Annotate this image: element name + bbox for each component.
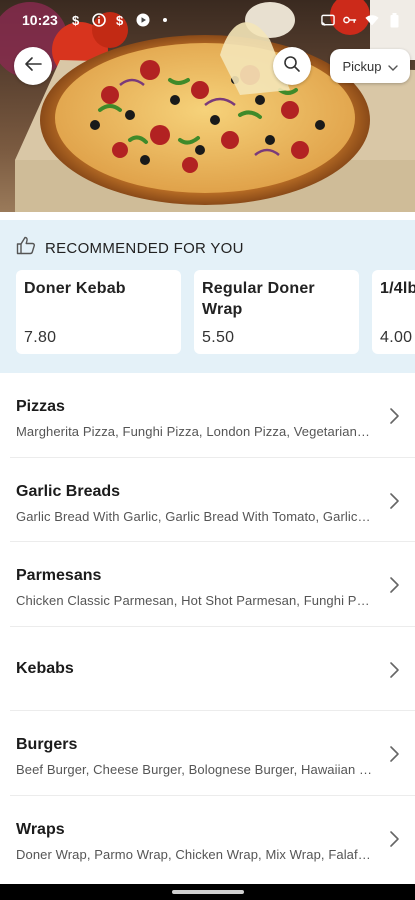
category-row-kebabs[interactable]: Kebabs (10, 627, 415, 711)
play-icon (136, 13, 150, 27)
hero-banner: 10:23 $ $ Pickup (0, 0, 415, 212)
category-name: Parmesans (16, 567, 102, 584)
dot-icon (158, 13, 172, 27)
chevron-right-icon (390, 408, 399, 424)
recommended-item-name: Regular Doner Wrap (202, 280, 315, 318)
dollar-icon: $ (114, 13, 128, 27)
category-name: Wraps (16, 820, 65, 838)
chevron-right-icon (390, 830, 399, 847)
recommended-item-card[interactable]: Regular Doner Wrap 5.50 (194, 270, 359, 354)
category-description: Garlic Bread With Garlic, Garlic Bread W… (16, 508, 372, 524)
category-row-garlic-breads[interactable]: Garlic Breads Garlic Bread With Garlic, … (10, 458, 415, 542)
chevron-right-icon (390, 492, 399, 509)
vpn-key-icon (343, 13, 357, 27)
status-notification-icons: $ $ (70, 13, 172, 27)
status-system-icons (321, 12, 401, 27)
recommended-title: RECOMMENDED FOR YOU (45, 239, 244, 257)
pickup-label: Pickup (342, 58, 382, 74)
category-description: Chicken Classic Parmesan, Hot Shot Parme… (16, 593, 372, 608)
svg-text:$: $ (116, 13, 124, 27)
system-navigation-bar (0, 884, 415, 900)
recommended-item-card[interactable]: Doner Kebab 7.80 (16, 270, 181, 354)
category-name: Kebabs (16, 659, 74, 677)
recommended-item-price: 4.00 (380, 329, 413, 346)
cast-icon (321, 13, 335, 27)
recommended-section: RECOMMENDED FOR YOU Doner Kebab 7.80 Reg… (0, 220, 415, 373)
category-name: Pizzas (16, 398, 65, 415)
category-description: Beef Burger, Cheese Burger, Bolognese Bu… (16, 762, 372, 777)
dollar-icon: $ (70, 13, 84, 27)
recommended-header: RECOMMENDED FOR YOU (16, 236, 244, 260)
chevron-down-icon (387, 59, 398, 74)
chevron-right-icon (390, 577, 399, 593)
category-description: Doner Wrap, Parmo Wrap, Chicken Wrap, Mi… (16, 846, 372, 862)
category-row-burgers[interactable]: Burgers Beef Burger, Cheese Burger, Bolo… (10, 711, 415, 796)
recommended-item-name: 1/4lb Burger (380, 280, 415, 297)
chevron-right-icon (390, 746, 399, 762)
info-icon (92, 13, 106, 27)
chevron-right-icon (390, 661, 399, 678)
svg-text:$: $ (72, 13, 80, 27)
pickup-delivery-selector[interactable]: Pickup (330, 49, 410, 83)
search-icon (283, 55, 301, 78)
battery-icon (387, 12, 401, 27)
back-button[interactable] (14, 47, 52, 85)
menu-category-list: Pizzas Margherita Pizza, Funghi Pizza, L… (0, 373, 415, 880)
category-row-parmesans[interactable]: Parmesans Chicken Classic Parmesan, Hot … (10, 542, 415, 627)
search-button[interactable] (273, 47, 311, 85)
category-name: Garlic Breads (16, 482, 121, 500)
category-row-pizzas[interactable]: Pizzas Margherita Pizza, Funghi Pizza, L… (10, 373, 415, 458)
thumbs-up-icon (16, 236, 36, 260)
recommended-item-card[interactable]: 1/4lb Burger 4.00 (372, 270, 415, 354)
category-description: Margherita Pizza, Funghi Pizza, London P… (16, 424, 372, 439)
arrow-left-icon (23, 56, 43, 77)
home-gesture-handle[interactable] (172, 890, 244, 894)
recommended-item-price: 7.80 (24, 329, 57, 346)
wifi-icon (365, 13, 379, 27)
category-name: Burgers (16, 736, 78, 753)
recommended-item-price: 5.50 (202, 329, 235, 346)
status-time: 10:23 (22, 12, 58, 28)
recommended-item-name: Doner Kebab (24, 280, 126, 297)
category-row-wraps[interactable]: Wraps Doner Wrap, Parmo Wrap, Chicken Wr… (10, 796, 415, 881)
status-bar: 10:23 $ $ (0, 0, 415, 40)
